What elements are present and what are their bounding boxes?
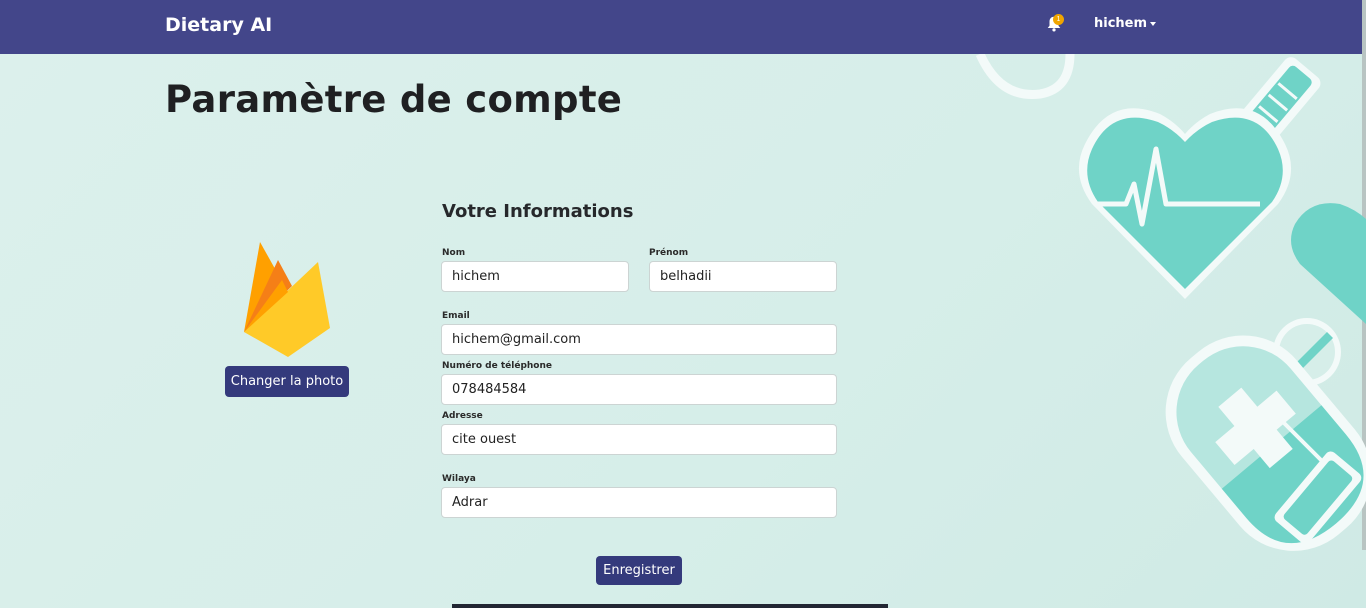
page-title: Paramètre de compte: [165, 78, 623, 121]
adresse-input[interactable]: cite ouest: [441, 424, 837, 455]
footer-edge: [452, 604, 888, 608]
medical-illustration: [975, 54, 1366, 551]
adresse-label: Adresse: [442, 411, 483, 421]
firebase-logo: [244, 242, 330, 357]
notification-badge: 1: [1053, 14, 1064, 25]
prenom-label: Prénom: [649, 248, 689, 258]
wilaya-select[interactable]: Adrar: [441, 487, 837, 518]
telephone-label: Numéro de téléphone: [442, 361, 552, 371]
caret-down-icon: [1150, 21, 1157, 26]
wilaya-label: Wilaya: [442, 474, 476, 484]
nom-label: Nom: [442, 248, 466, 258]
email-label: Email: [442, 311, 470, 321]
user-name: hichem: [1094, 16, 1148, 31]
nom-input[interactable]: hichem: [441, 261, 629, 292]
prenom-input[interactable]: belhadii: [649, 261, 837, 292]
top-navbar: Dietary AI 1 hichem: [0, 0, 1366, 54]
telephone-input[interactable]: 078484584: [441, 374, 837, 405]
change-photo-button[interactable]: Changer la photo: [225, 366, 349, 397]
user-menu-dropdown[interactable]: hichem: [1094, 16, 1157, 31]
brand-name[interactable]: Dietary AI: [165, 14, 272, 36]
save-button[interactable]: Enregistrer: [596, 556, 682, 585]
form-section-title: Votre Informations: [442, 201, 634, 222]
email-input[interactable]: hichem@gmail.com: [441, 324, 837, 355]
